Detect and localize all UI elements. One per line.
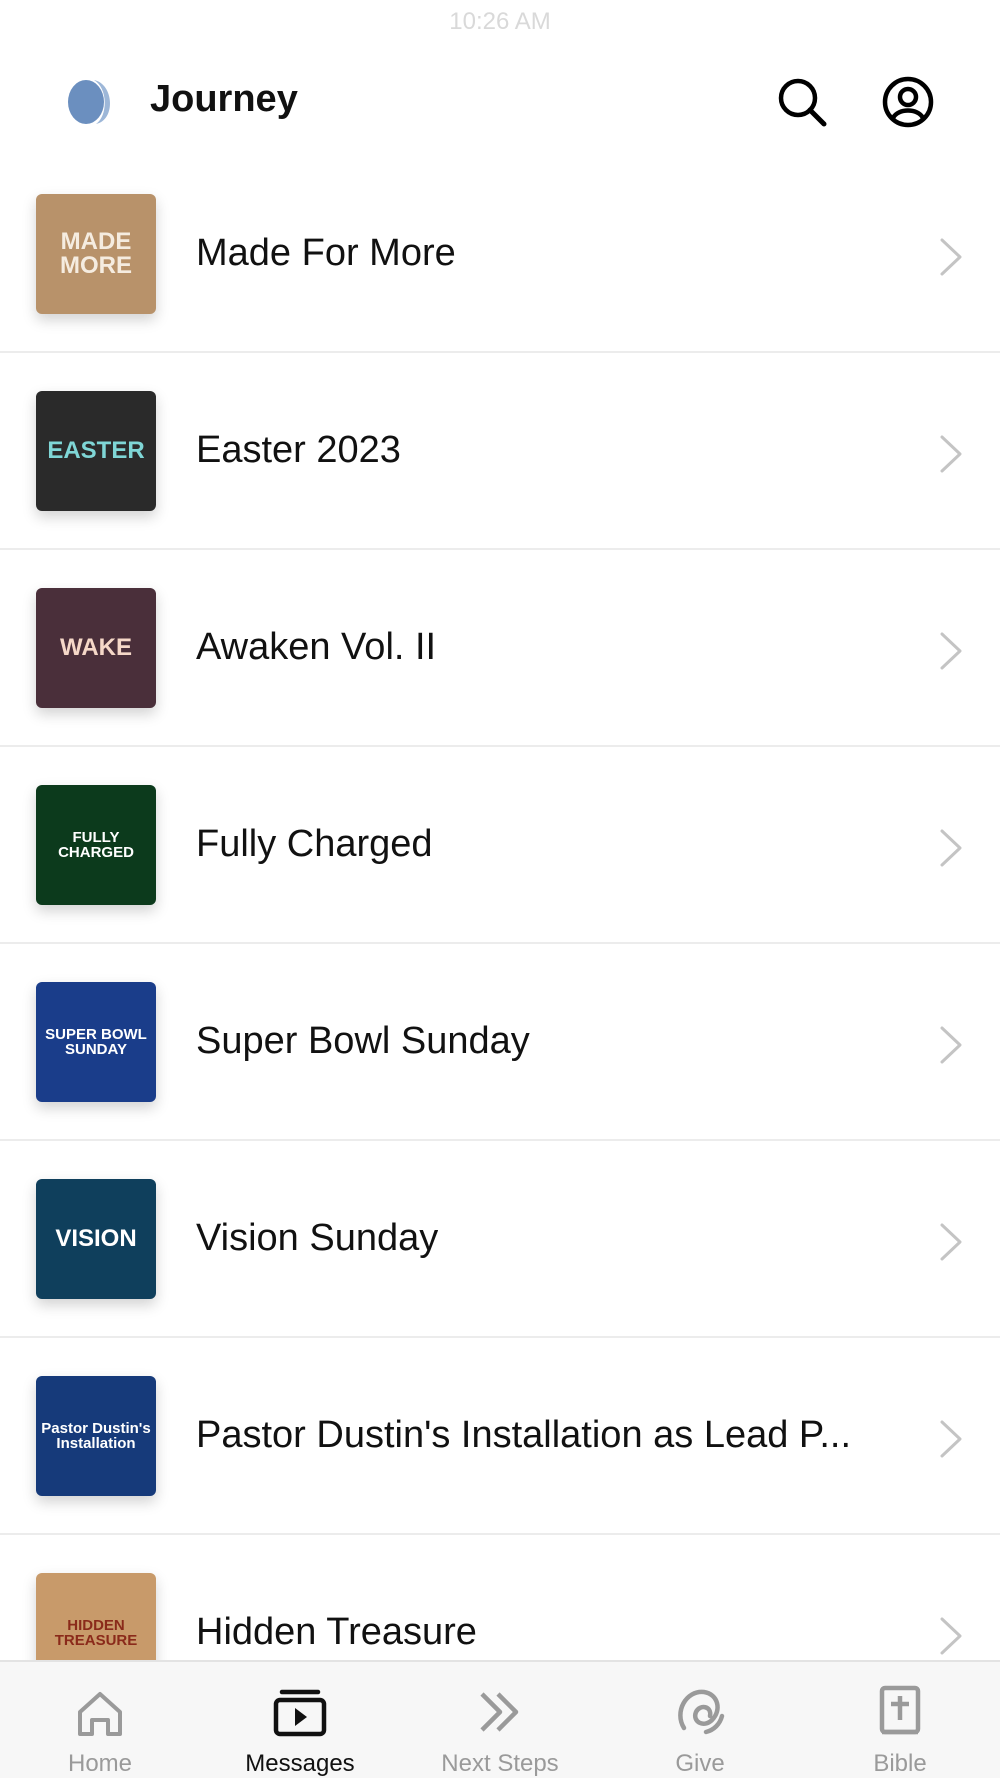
tab-home[interactable]: Home	[0, 1662, 200, 1780]
series-title: Awaken Vol. II	[196, 626, 437, 668]
give-icon	[678, 1689, 725, 1735]
bible-icon	[879, 1685, 921, 1735]
series-artwork-text: Pastor Dustin's Installation	[41, 1420, 151, 1452]
series-artwork-text: MADE MORE	[60, 228, 132, 279]
series-title: Pastor Dustin's Installation as Lead P..…	[196, 1414, 852, 1456]
tab-label: Give	[675, 1750, 725, 1777]
series-artwork: SUPER BOWL SUNDAY	[36, 982, 156, 1102]
series-title: Easter 2023	[196, 429, 401, 471]
chevron-right-icon	[940, 829, 962, 867]
tab-bar: Home Messages Next Steps Give Bible	[0, 1660, 1000, 1778]
profile-button[interactable]	[878, 72, 938, 132]
series-title: Super Bowl Sunday	[196, 1020, 530, 1062]
series-artwork: WAKE	[36, 588, 156, 708]
search-button[interactable]	[772, 72, 832, 132]
tab-bible[interactable]: Bible	[800, 1662, 1000, 1780]
series-row[interactable]: EASTER Easter 2023	[0, 353, 1000, 550]
tab-next-steps[interactable]: Next Steps	[400, 1662, 600, 1780]
series-artwork-text: EASTER	[47, 437, 145, 464]
profile-icon	[882, 76, 934, 128]
series-artwork: HIDDEN TREASURE	[36, 1573, 156, 1660]
series-artwork: EASTER	[36, 391, 156, 511]
series-row[interactable]: FULLY CHARGED Fully Charged	[0, 747, 1000, 944]
series-artwork-text: FULLY CHARGED	[58, 829, 134, 861]
series-artwork-text: WAKE	[60, 634, 132, 661]
chevron-right-icon	[940, 1617, 962, 1655]
status-time: 10:26 AM	[449, 8, 551, 35]
chevron-right-icon	[940, 632, 962, 670]
messages-icon	[273, 1689, 327, 1737]
series-artwork-text: HIDDEN TREASURE	[54, 1617, 138, 1649]
series-row[interactable]: Pastor Dustin's Installation Pastor Dust…	[0, 1338, 1000, 1535]
chevron-right-icon	[940, 1026, 962, 1064]
home-icon	[78, 1692, 122, 1736]
series-list: MADE MORE Made For More EASTER Easter 20…	[0, 156, 1000, 1660]
search-icon	[778, 78, 827, 127]
series-title: Made For More	[196, 232, 456, 274]
series-artwork-text: VISION	[55, 1225, 137, 1252]
series-artwork: FULLY CHARGED	[36, 785, 156, 905]
tab-give[interactable]: Give	[600, 1662, 800, 1780]
app-title: Journey	[150, 78, 298, 120]
series-artwork: MADE MORE	[36, 194, 156, 314]
series-row[interactable]: HIDDEN TREASURE Hidden Treasure	[0, 1535, 1000, 1660]
series-title: Vision Sunday	[196, 1217, 439, 1259]
tab-messages[interactable]: Messages	[200, 1662, 400, 1780]
tab-label: Home	[67, 1750, 133, 1777]
series-row[interactable]: MADE MORE Made For More	[0, 156, 1000, 353]
series-row[interactable]: VISION Vision Sunday	[0, 1141, 1000, 1338]
series-row[interactable]: SUPER BOWL SUNDAY Super Bowl Sunday	[0, 944, 1000, 1141]
journey-logo-icon	[68, 80, 111, 124]
chevron-right-icon	[940, 238, 962, 276]
tab-label: Messages	[245, 1750, 355, 1777]
series-artwork: VISION	[36, 1179, 156, 1299]
chevron-right-icon	[940, 1223, 962, 1261]
app-header: Journey	[0, 60, 1000, 144]
series-artwork-text: SUPER BOWL SUNDAY	[45, 1026, 147, 1058]
series-title: Fully Charged	[196, 823, 433, 865]
series-row[interactable]: WAKE Awaken Vol. II	[0, 550, 1000, 747]
tab-label: Bible	[873, 1750, 927, 1777]
tab-label: Next Steps	[441, 1750, 559, 1777]
series-artwork: Pastor Dustin's Installation	[36, 1376, 156, 1496]
next-steps-icon	[480, 1692, 519, 1732]
chevron-right-icon	[940, 435, 962, 473]
chevron-right-icon	[940, 1420, 962, 1458]
series-title: Hidden Treasure	[196, 1611, 477, 1653]
